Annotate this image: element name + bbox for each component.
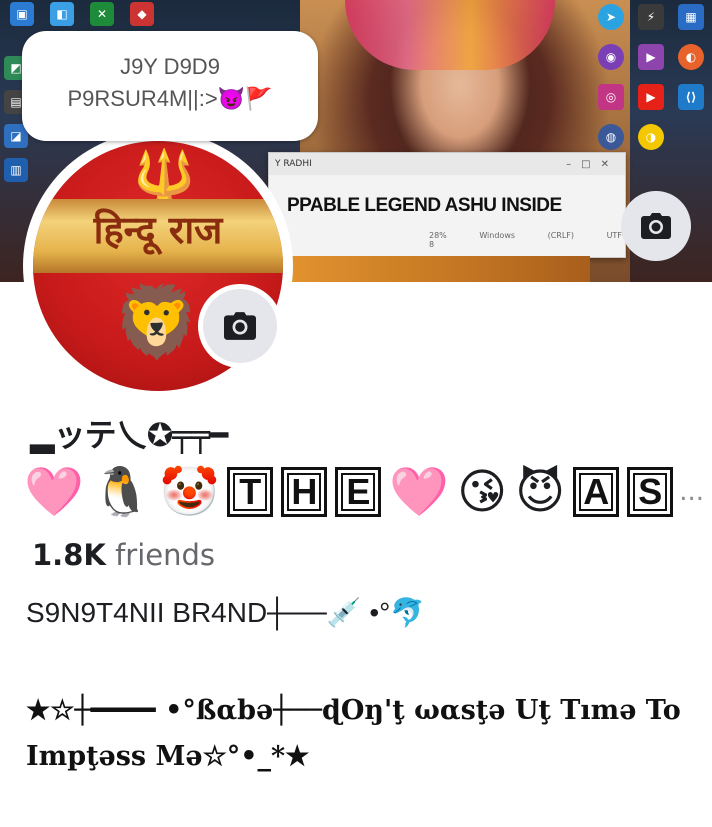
camera-icon bbox=[224, 312, 256, 340]
notepad-window: Y RADHI –□✕ PPABLE LEGEND ASHU INSIDE 28… bbox=[268, 152, 626, 258]
kiss-emoji: 😘 bbox=[457, 463, 508, 520]
boxed-letter: T bbox=[227, 466, 274, 517]
window-title: Y RADHI bbox=[275, 159, 312, 169]
instagram-icon: ◎ bbox=[598, 84, 624, 110]
desktop-icon: ◆ bbox=[130, 2, 154, 26]
desktop-icon: ◧ bbox=[50, 2, 74, 26]
avatar-text: हिन्दू राज bbox=[93, 207, 223, 252]
window-titlebar: Y RADHI –□✕ bbox=[269, 153, 625, 175]
window-controls: –□✕ bbox=[566, 158, 619, 170]
cover-camera-button[interactable] bbox=[621, 191, 691, 261]
profile-name: ▂ッテ乀✪╤╤━ bbox=[30, 416, 228, 454]
firefox-icon: ◐ bbox=[678, 44, 704, 70]
avatar-camera-button[interactable] bbox=[203, 289, 277, 363]
desktop-icon: ▥ bbox=[4, 158, 28, 182]
vscode-icon: ⟨⟩ bbox=[678, 84, 704, 110]
bio-line-2: ★☆┼━━━━ •°ßαbə┼──ɖOŋ'ţ ωαsţə Uţ Tımə To … bbox=[26, 695, 681, 772]
telegram-icon: ➤ bbox=[598, 4, 624, 30]
truncation-ellipsis: ... bbox=[679, 476, 704, 507]
trident-icon: 🔱 bbox=[133, 147, 196, 205]
heart-emoji: 🩷 bbox=[24, 464, 84, 520]
desktop-right-icons: ➤ ⚡ ▦ ◉ ▶ ◐ ◎ ▶ ⟨⟩ ◍ ◑ bbox=[594, 4, 708, 150]
boxed-letter: A bbox=[573, 466, 620, 517]
desktop-icon: ▣ bbox=[10, 2, 34, 26]
penguin-emoji: 🐧 bbox=[91, 464, 152, 520]
friends-label: friends bbox=[115, 538, 216, 572]
boxed-letter: S bbox=[627, 466, 674, 517]
note-bubble[interactable]: J9Y D9D9 P9RSUR4M||:>😈🚩 bbox=[22, 31, 318, 141]
friends-count: 1.8K bbox=[32, 538, 106, 572]
bio-line-1: S9N9T4NII BR4ND┼──💉 •°🐬 bbox=[26, 597, 426, 628]
note-line-2: P9RSUR4M||:>😈🚩 bbox=[67, 86, 273, 111]
desktop-icon: ◉ bbox=[598, 44, 624, 70]
boxed-letter: H bbox=[281, 466, 328, 517]
camera-icon bbox=[641, 213, 671, 239]
note-line-1: J9Y D9D9 bbox=[120, 54, 220, 79]
heart-emoji: 🩷 bbox=[389, 464, 450, 520]
xbox-icon: ✕ bbox=[90, 2, 114, 26]
desktop-icon: ▶ bbox=[638, 44, 664, 70]
window-status: 28% Windows (CRLF) UTF-8 bbox=[429, 231, 625, 249]
chrome-icon: ◑ bbox=[638, 124, 664, 150]
desktop-icon: ⚡ bbox=[638, 4, 664, 30]
friends-count-link[interactable]: 1.8K friends bbox=[32, 538, 215, 572]
clown-emoji: 🤡 bbox=[159, 464, 220, 520]
desktop-icon: ◍ bbox=[598, 124, 624, 150]
profile-emoji-title: 🩷 🐧 🤡 T H E 🩷 😘 😈 A S ... bbox=[24, 463, 704, 521]
desktop-top-icons: ▣ ◧ ✕ ◆ bbox=[10, 2, 154, 26]
boxed-letter: E bbox=[335, 466, 382, 517]
devil-emoji: 😈 bbox=[515, 463, 566, 520]
youtube-icon: ▶ bbox=[638, 84, 664, 110]
desktop-icon: ▦ bbox=[678, 4, 704, 30]
lion-icon: 🦁 bbox=[113, 281, 201, 363]
window-text: PPABLE LEGEND ASHU INSIDE bbox=[287, 195, 562, 216]
wallpaper-strip bbox=[290, 256, 590, 282]
